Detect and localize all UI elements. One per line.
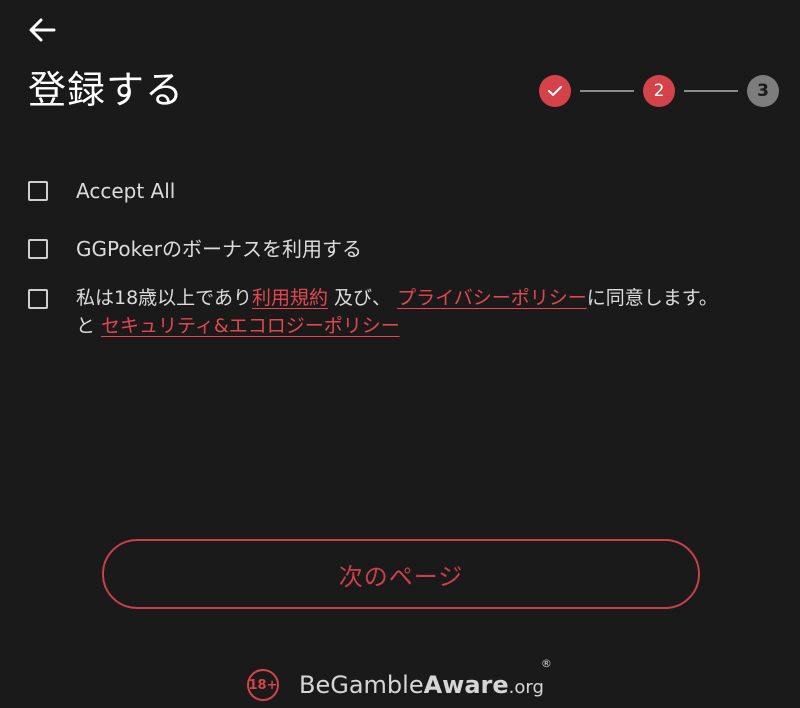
terms-middle: 及び、 — [328, 287, 398, 309]
next-page-button[interactable]: 次のページ — [102, 539, 700, 609]
consent-options: Accept All GGPokerのボーナスを利用する 私は18歳以上であり利… — [28, 176, 778, 340]
back-button[interactable] — [24, 12, 60, 48]
terms-of-use-link[interactable]: 利用規約 — [252, 287, 328, 309]
terms-prefix: 私は18歳以上であり — [76, 287, 252, 309]
accept-all-checkbox[interactable] — [28, 181, 48, 201]
registration-page: 登録する 2 3 Accept All GGPokerのボーナスを利用する 私は… — [0, 0, 800, 708]
progress-stepper: 2 3 — [539, 75, 779, 107]
terms-suffix: に同意します。 — [586, 287, 718, 309]
terms-checkbox[interactable] — [28, 289, 48, 309]
arrow-left-icon — [29, 18, 56, 42]
step-1-complete — [539, 75, 571, 107]
step-2-current: 2 — [643, 75, 675, 107]
bonus-option[interactable]: GGPokerのボーナスを利用する — [28, 234, 778, 284]
accept-all-label: Accept All — [76, 179, 176, 203]
bonus-label: GGPokerのボーナスを利用する — [76, 237, 362, 261]
terms-option[interactable]: 私は18歳以上であり利用規約 及び、 プライバシーポリシーに同意します。 と セ… — [28, 284, 778, 340]
begambleaware-logo[interactable]: 18+ BeGambleAware.org ® — [247, 657, 552, 708]
age-18-plus-badge: 18+ — [247, 669, 279, 701]
brand-gamble: Gamble — [330, 671, 424, 699]
step-connector — [684, 90, 738, 92]
privacy-policy-link[interactable]: プライバシーポリシー — [397, 287, 587, 309]
check-icon — [548, 86, 562, 96]
brand-aware: Aware — [423, 671, 509, 699]
brand-be: Be — [299, 671, 331, 699]
step-connector — [580, 90, 634, 92]
terms-line2-prefix: と — [76, 315, 102, 337]
brand-org: .org — [508, 677, 544, 698]
step-3-pending: 3 — [747, 75, 779, 107]
registered-mark: ® — [540, 657, 552, 670]
bonus-checkbox[interactable] — [28, 239, 48, 259]
brand-text: BeGambleAware.org ® — [299, 657, 552, 699]
security-policy-link[interactable]: セキュリティ&エコロジーポリシー — [101, 315, 400, 337]
page-title: 登録する — [28, 68, 185, 112]
terms-label: 私は18歳以上であり利用規約 及び、 プライバシーポリシーに同意します。 と セ… — [76, 284, 718, 340]
accept-all-option[interactable]: Accept All — [28, 176, 778, 234]
